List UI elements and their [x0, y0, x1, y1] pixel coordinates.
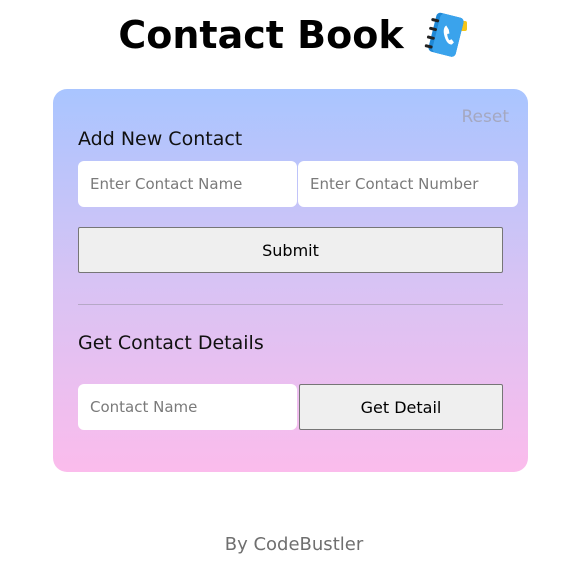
get-detail-button[interactable]: Get Detail	[299, 384, 503, 430]
contact-book-icon	[424, 12, 467, 57]
lookup-name-input[interactable]	[78, 384, 297, 430]
get-contact-heading: Get Contact Details	[78, 332, 264, 354]
add-contact-heading: Add New Contact	[78, 128, 243, 150]
contact-card: Reset Add New Contact Submit Get Contact…	[53, 89, 528, 472]
submit-button[interactable]: Submit	[78, 227, 503, 273]
reset-button[interactable]: Reset	[462, 107, 510, 127]
contact-name-input[interactable]	[78, 161, 297, 207]
contact-number-input[interactable]	[298, 161, 518, 207]
header: Contact Book	[0, 10, 588, 60]
section-divider	[78, 304, 503, 305]
footer-credit: By CodeBustler	[224, 534, 364, 555]
page-title: Contact Book	[118, 13, 404, 57]
